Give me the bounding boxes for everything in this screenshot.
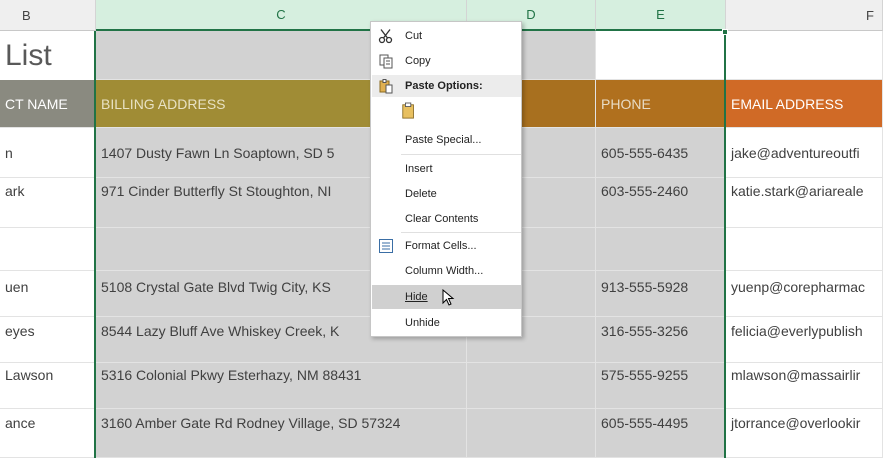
- menu-item-unhide[interactable]: Unhide: [372, 311, 521, 335]
- header-contact-name[interactable]: CT NAME: [0, 80, 96, 128]
- cell-email[interactable]: jtorrance@overlookir: [726, 409, 883, 458]
- cell-d[interactable]: [467, 409, 596, 458]
- menu-label-cut: Cut: [405, 30, 423, 42]
- paste-icon: [378, 78, 394, 97]
- cell-phone[interactable]: 575-555-9255: [596, 363, 726, 409]
- menu-label-delete: Delete: [405, 188, 437, 200]
- menu-separator: [401, 232, 521, 233]
- paste-option-button[interactable]: [397, 99, 437, 123]
- paste-options-header: Paste Options:: [372, 75, 521, 97]
- cell-email[interactable]: katie.stark@ariareale: [726, 178, 883, 228]
- cell-address[interactable]: 5316 Colonial Pkwy Esterhazy, NM 88431: [96, 363, 467, 409]
- cell-d[interactable]: [467, 363, 596, 409]
- column-header-e[interactable]: E: [596, 0, 726, 31]
- cell-name[interactable]: eyes: [0, 317, 96, 363]
- cell-name[interactable]: n: [0, 128, 96, 178]
- menu-item-column-width[interactable]: Column Width...: [372, 259, 521, 283]
- menu-item-insert[interactable]: Insert: [372, 157, 521, 181]
- cell-phone[interactable]: [596, 228, 726, 271]
- column-header-b[interactable]: B: [0, 0, 96, 31]
- menu-label-copy: Copy: [405, 55, 431, 67]
- cell-name[interactable]: uen: [0, 271, 96, 317]
- cell-phone[interactable]: 603-555-2460: [596, 178, 726, 228]
- cell-phone[interactable]: 605-555-6435: [596, 128, 726, 178]
- menu-item-cut[interactable]: Cut: [372, 24, 521, 48]
- menu-label-column-width: Column Width...: [405, 265, 484, 277]
- cell-email[interactable]: yuenp@corepharmac: [726, 271, 883, 317]
- cell-name[interactable]: ance: [0, 409, 96, 458]
- copy-icon: [378, 53, 394, 69]
- menu-separator: [401, 154, 521, 155]
- cell-email[interactable]: jake@adventureoutfi: [726, 128, 883, 178]
- menu-item-format-cells[interactable]: Format Cells...: [372, 234, 521, 258]
- paste-options-label: Paste Options:: [405, 80, 483, 92]
- sheet-title[interactable]: List: [0, 31, 96, 80]
- cell-address[interactable]: 3160 Amber Gate Rd Rodney Village, SD 57…: [96, 409, 467, 458]
- title-cell-f[interactable]: [726, 31, 883, 80]
- mouse-cursor-icon: [442, 288, 456, 310]
- cell-email[interactable]: felicia@everlypublish: [726, 317, 883, 363]
- cell-phone[interactable]: 316-555-3256: [596, 317, 726, 363]
- title-cell-e[interactable]: [596, 31, 726, 80]
- format-cells-icon: [378, 238, 394, 254]
- menu-label-unhide: Unhide: [405, 317, 440, 329]
- header-phone[interactable]: PHONE: [596, 80, 726, 128]
- clipboard-icon: [401, 102, 417, 119]
- cell-name[interactable]: [0, 228, 96, 271]
- scissors-icon: [378, 28, 394, 44]
- menu-label-paste-special: Paste Special...: [405, 134, 482, 146]
- menu-item-paste-special[interactable]: Paste Special...: [372, 128, 521, 152]
- fill-handle[interactable]: [722, 29, 728, 35]
- cell-phone[interactable]: 605-555-4495: [596, 409, 726, 458]
- cell-name[interactable]: Lawson: [0, 363, 96, 409]
- cell-email[interactable]: mlawson@massairlir: [726, 363, 883, 409]
- context-menu: Cut Copy Paste Options: Paste Special...…: [370, 21, 522, 337]
- menu-item-clear-contents[interactable]: Clear Contents: [372, 207, 521, 231]
- cell-email[interactable]: [726, 228, 883, 271]
- column-header-f[interactable]: F: [726, 0, 883, 31]
- cell-name[interactable]: ark: [0, 178, 96, 228]
- menu-label-format-cells: Format Cells...: [405, 240, 477, 252]
- menu-item-hide[interactable]: Hide: [372, 285, 521, 309]
- menu-item-copy[interactable]: Copy: [372, 49, 521, 73]
- menu-label-hide: Hide: [405, 291, 428, 303]
- menu-label-insert: Insert: [405, 163, 433, 175]
- header-email-address[interactable]: EMAIL ADDRESS: [726, 80, 883, 128]
- cell-phone[interactable]: 913-555-5928: [596, 271, 726, 317]
- menu-label-clear-contents: Clear Contents: [405, 213, 479, 225]
- menu-item-delete[interactable]: Delete: [372, 182, 521, 206]
